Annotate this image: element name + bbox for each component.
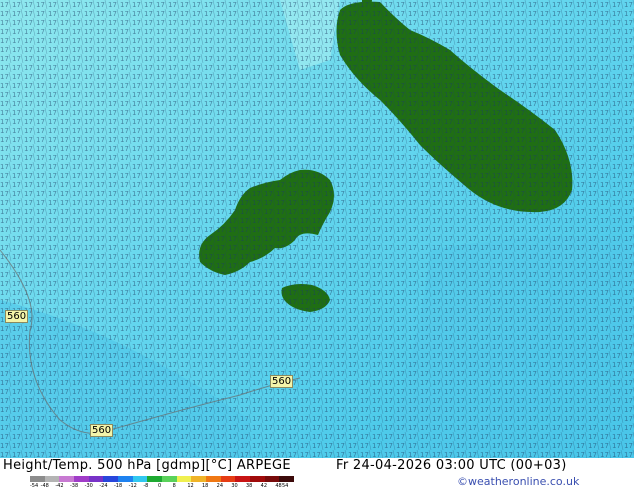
scale-swatch — [264, 476, 280, 482]
scale-tick-label: 8 — [172, 483, 176, 489]
scale-swatch — [220, 476, 236, 482]
scale-tick-label: -54 — [30, 483, 39, 489]
scale-tick-label: 24 — [216, 483, 224, 489]
scale-swatch — [191, 476, 207, 482]
scale-swatch — [132, 476, 148, 482]
scale-swatch — [176, 476, 192, 482]
scale-tick-label: -48 — [40, 483, 49, 489]
contour-label: 560 — [270, 375, 294, 388]
contour-label: 560 — [90, 424, 114, 437]
scale-swatch — [250, 476, 266, 482]
scale-swatch — [59, 476, 75, 482]
scale-tick-label: -12 — [128, 483, 137, 489]
map-footer: Height/Temp. 500 hPa [gdmp][°C] ARPEGE F… — [0, 458, 634, 490]
scale-swatch — [30, 476, 46, 482]
scale-swatch — [103, 476, 119, 482]
scale-tick-label: 54 — [282, 483, 289, 489]
scale-tick-label: -38 — [70, 483, 79, 489]
scale-tick-label: -8 — [143, 483, 149, 489]
scale-swatch — [147, 476, 163, 482]
scale-tick-label: 38 — [246, 483, 253, 489]
scale-tick-label: -42 — [55, 483, 64, 489]
valid-time: Fr 24-04-2026 03:00 UTC (00+03) — [336, 458, 567, 473]
scale-tick-label: -30 — [84, 483, 93, 489]
wind-barb-layer — [0, 0, 634, 458]
map-canvas: 17 — [0, 0, 634, 458]
scale-tick-label: 18 — [202, 483, 209, 489]
scale-tick-label: 30 — [231, 483, 238, 489]
credit-link[interactable]: ©weatheronline.co.uk — [457, 475, 579, 488]
scale-swatch — [279, 476, 295, 482]
scale-swatch — [88, 476, 104, 482]
scale-swatch — [118, 476, 134, 482]
scale-tick-label: 48 — [275, 483, 282, 489]
scale-swatch — [206, 476, 222, 482]
scale-swatch — [44, 476, 60, 482]
scale-swatch — [162, 476, 178, 482]
scale-tick-label: -24 — [99, 483, 108, 489]
scale-tick-label: 0 — [158, 483, 162, 489]
weather-map[interactable]: 17 560 560 560 — [0, 0, 634, 458]
scale-swatch — [74, 476, 90, 482]
scale-swatch — [235, 476, 251, 482]
color-scale: -54 -48 -42 -38 -30 -24 -18 -12 -8 0 8 12 18 24 30 38 42… — [30, 476, 295, 489]
contour-label: 560 — [5, 310, 29, 323]
scale-tick-label: 12 — [187, 483, 194, 489]
scale-tick-label: 42 — [260, 483, 268, 489]
scale-tick-label: -18 — [114, 483, 123, 489]
map-title: Height/Temp. 500 hPa [gdmp][°C] ARPEGE — [3, 458, 291, 473]
